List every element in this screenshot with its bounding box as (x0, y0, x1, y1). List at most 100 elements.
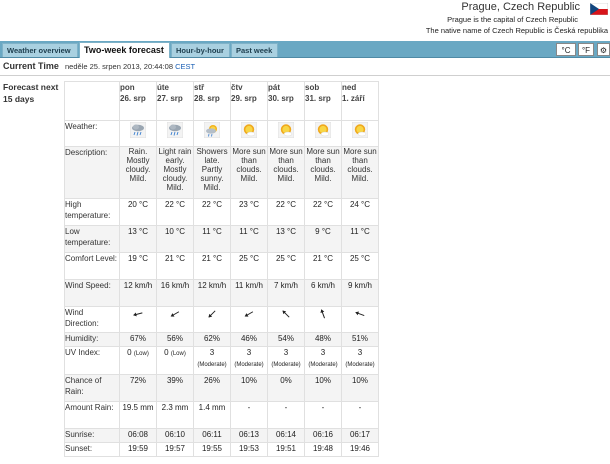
uv-index-cell: 3 (Moderate) (230, 346, 268, 375)
day-of-week: sob (305, 83, 320, 92)
settings-gear-icon[interactable]: ⚙ (597, 43, 610, 56)
tab-past-week[interactable]: Past week (231, 43, 278, 57)
uv-index-level: (Moderate) (271, 362, 301, 368)
low-value: 11 °C (230, 225, 268, 253)
row-label-wind-speed: Wind Speed: (64, 279, 120, 307)
low-value: 13 °C (267, 225, 305, 253)
uv-index-level: (Moderate) (308, 362, 338, 368)
weather-description: Rain. Mostly cloudy. Mild. (119, 146, 157, 199)
weather-description: More sun than clouds. Mild. (230, 146, 268, 199)
weather-description: Light rain early. Mostly cloudy. Mild. (156, 146, 194, 199)
row-label-sunrise: Sunrise: (64, 428, 120, 443)
forecast-row-chance-rain: Chance of Rain: 72% 39% 26% 10% 0% 10% 10% (64, 374, 379, 402)
wind-speed-value: 12 km/h (193, 279, 231, 307)
unit-celsius-button[interactable]: °C (556, 43, 576, 56)
tab-bar: Weather overview Two-week forecast Hour-… (0, 41, 610, 58)
uv-index-cell: 3 (Moderate) (193, 346, 231, 375)
forecast-table: pon 26. srp úte 27. srp stř 28. srp čtv 29. srp… (64, 81, 379, 457)
row-label-wind-dir: Wind Direction: (64, 306, 120, 333)
uv-index-cell: 3 (Moderate) (267, 346, 305, 375)
amount-rain-value: 1.4 mm (193, 401, 231, 429)
rain-cloud-icon (167, 122, 183, 138)
high-value: 22 °C (304, 198, 342, 226)
tab-weather-overview[interactable]: Weather overview (2, 43, 78, 57)
weather-icon-cell (193, 120, 231, 147)
day-of-week: čtv (231, 83, 243, 92)
chance-rain-value: 26% (193, 374, 231, 402)
sunset-value: 19:59 (119, 442, 157, 457)
current-time-row: Current Time neděle 25. srpen 2013, 20:4… (0, 58, 610, 76)
wind-direction-cell (156, 306, 194, 333)
row-label-sunset: Sunset: (64, 442, 120, 457)
humidity-value: 46% (230, 332, 268, 347)
chance-rain-value: 39% (156, 374, 194, 402)
day-header: sob 31. srp (304, 81, 342, 121)
comfort-value: 25 °C (267, 252, 305, 280)
wind-direction-cell (304, 306, 342, 333)
row-label-weather: Weather: (64, 120, 120, 147)
amount-rain-value: - (230, 401, 268, 429)
day-date: 28. srp (194, 94, 220, 103)
uv-index-cell: 0 (Low) (119, 346, 157, 375)
timezone-link[interactable]: CEST (175, 62, 195, 71)
sunset-value: 19:53 (230, 442, 268, 457)
low-value: 9 °C (304, 225, 342, 253)
sun-cloud-icon (352, 122, 368, 138)
wind-arrow-icon (244, 311, 254, 317)
wind-direction-cell (193, 306, 231, 333)
wind-speed-value: 11 km/h (230, 279, 268, 307)
uv-index-level: (Low) (170, 351, 186, 357)
day-header: čtv 29. srp (230, 81, 268, 121)
amount-rain-value: - (304, 401, 342, 429)
uv-index-level: (Moderate) (197, 362, 227, 368)
uv-index-value: 0 (127, 348, 132, 357)
weather-icon-cell (156, 120, 194, 147)
forecast-row-high: High temperature: 20 °C 22 °C 22 °C 23 °C 22 … (64, 198, 379, 226)
humidity-value: 51% (341, 332, 379, 347)
low-value: 11 °C (341, 225, 379, 253)
comfort-value: 25 °C (341, 252, 379, 280)
wind-speed-value: 16 km/h (156, 279, 194, 307)
forecast-row-humidity: Humidity: 67% 56% 62% 46% 54% 48% 51% (64, 332, 379, 347)
high-value: 22 °C (193, 198, 231, 226)
row-label-description: Description: (64, 146, 120, 199)
wind-arrow-icon (170, 311, 180, 317)
weather-icon-cell (304, 120, 342, 147)
wind-arrow-icon (282, 310, 290, 318)
weather-description: Showers late. Partly sunny. Mild. (193, 146, 231, 199)
forecast-row-low: Low temperature: 13 °C 10 °C 11 °C 11 °C 13 °… (64, 225, 379, 253)
day-of-week: pon (120, 83, 135, 92)
comfort-value: 21 °C (156, 252, 194, 280)
forecast-title: Forecast next 15 days (3, 82, 59, 104)
tab-hour-by-hour[interactable]: Hour-by-hour (171, 43, 230, 57)
wind-speed-value: 7 km/h (267, 279, 305, 307)
wind-arrow-icon (133, 312, 143, 317)
location-header: Prague, Czech Republic Prague is the cap… (0, 0, 610, 40)
amount-rain-value: - (267, 401, 305, 429)
uv-index-value: 3 (283, 348, 289, 357)
wind-direction-cell (119, 306, 157, 333)
high-value: 23 °C (230, 198, 268, 226)
day-of-week: stř (194, 83, 205, 92)
day-header: úte 27. srp (156, 81, 194, 121)
amount-rain-value: - (341, 401, 379, 429)
day-header: pon 26. srp (119, 81, 157, 121)
unit-fahrenheit-button[interactable]: °F (578, 43, 594, 56)
weather-icon-cell (119, 120, 157, 147)
forecast-row-comfort: Comfort Level: 19 °C 21 °C 21 °C 25 °C 25 °C 2… (64, 252, 379, 280)
uv-index-cell: 3 (Moderate) (304, 346, 342, 375)
high-value: 22 °C (267, 198, 305, 226)
row-label-humidity: Humidity: (64, 332, 120, 347)
tab-two-week-forecast[interactable]: Two-week forecast (79, 42, 170, 58)
day-header: pát 30. srp (267, 81, 305, 121)
row-label-amount-rain: Amount Rain: (64, 401, 120, 429)
sunrise-value: 06:14 (267, 428, 305, 443)
low-value: 11 °C (193, 225, 231, 253)
forecast-row-sunrise: Sunrise: 06:08 06:10 06:11 06:13 06:14 06:16 06… (64, 428, 379, 443)
low-value: 10 °C (156, 225, 194, 253)
forecast-corner-cell (64, 81, 120, 121)
sunset-value: 19:55 (193, 442, 231, 457)
wind-direction-cell (341, 306, 379, 333)
humidity-value: 67% (119, 332, 157, 347)
location-subtitle-capital: Prague is the capital of Czech Republic (447, 15, 578, 24)
